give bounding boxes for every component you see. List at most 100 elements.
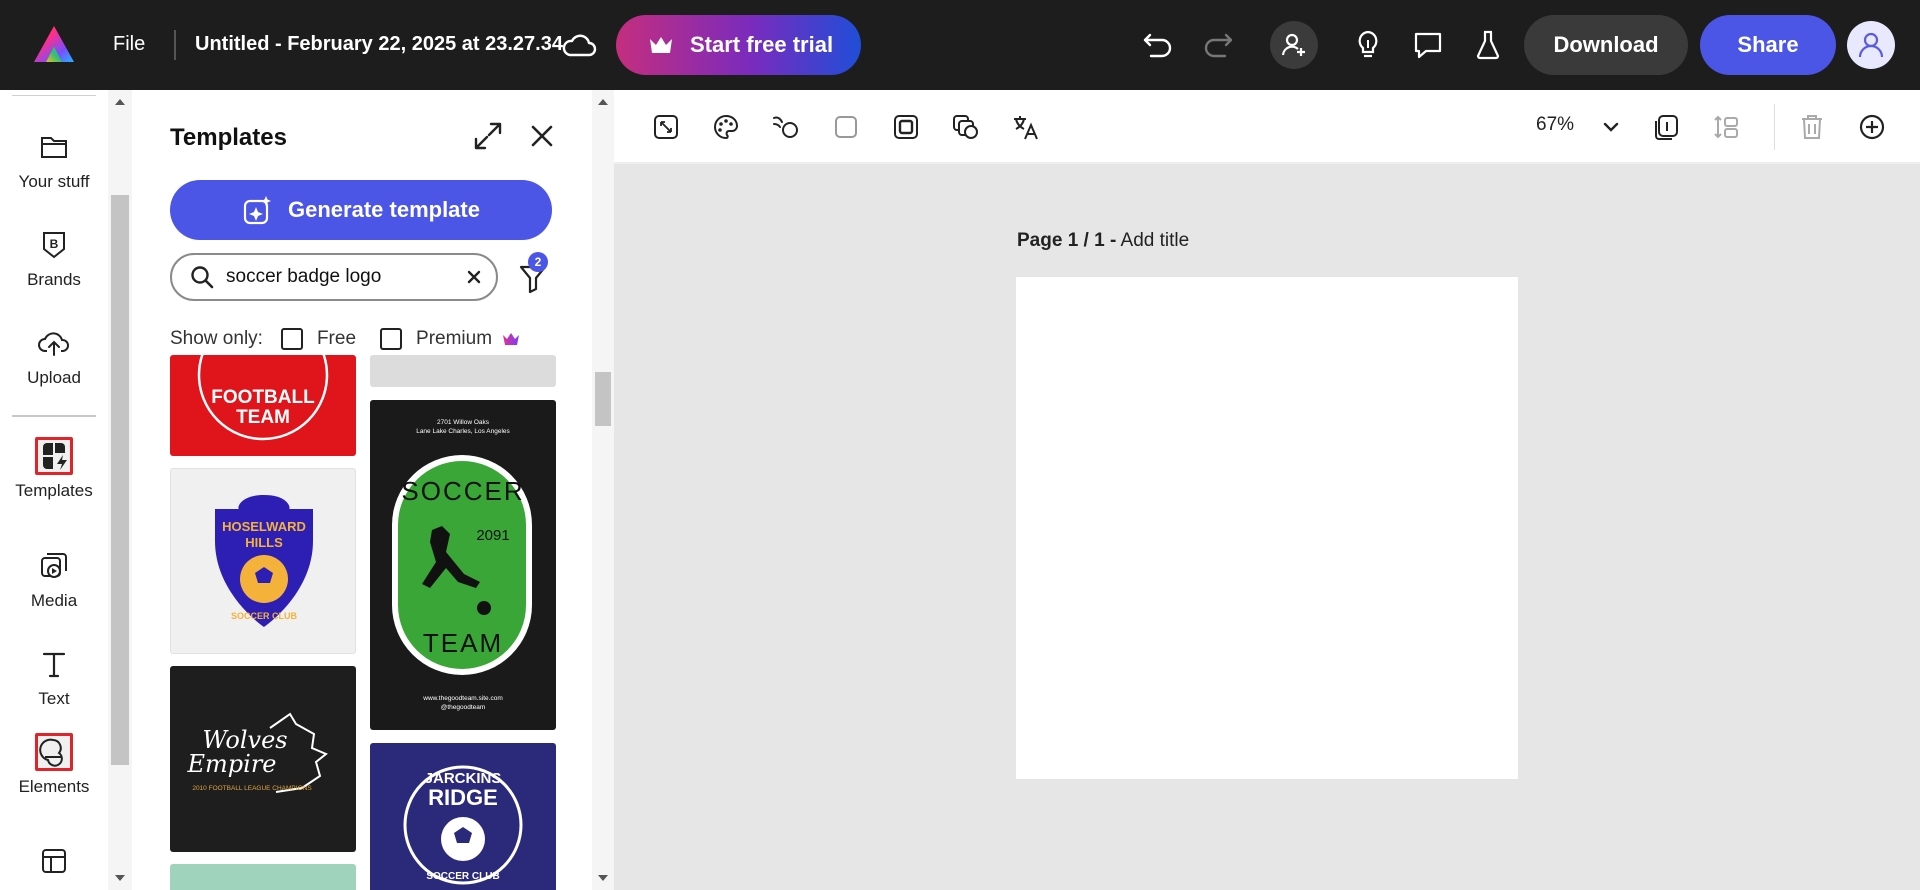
undo-icon[interactable] (1140, 27, 1176, 63)
pages-icon[interactable] (1648, 109, 1684, 145)
scroll-up-arrow-icon[interactable] (597, 98, 609, 106)
add-page-icon[interactable] (1854, 109, 1890, 145)
rail-item-brands[interactable]: B Brands (0, 226, 108, 290)
translate-icon[interactable] (1008, 109, 1044, 145)
rail-item-media[interactable]: Media (0, 547, 108, 611)
premium-checkbox[interactable] (380, 328, 403, 350)
template-text: 2701 Willow Oaks (437, 419, 490, 426)
template-text: 2091 (476, 527, 509, 544)
add-title-link[interactable]: Add title (1121, 230, 1190, 251)
close-icon[interactable] (527, 121, 557, 151)
template-results: FOOTBALL TEAM HOSELWARD HILLS SOCCER CLU… (170, 355, 570, 890)
document-title[interactable]: Untitled - February 22, 2025 at 23.27.34 (195, 33, 563, 56)
lightbulb-icon[interactable] (1350, 27, 1386, 63)
template-card-partial[interactable] (170, 864, 356, 890)
page-label: Page 1 / 1 - Add title (1017, 230, 1189, 252)
template-text: HOSELWARD (222, 519, 306, 534)
templates-icon (35, 437, 73, 475)
border-icon[interactable] (888, 109, 924, 145)
canvas-toolbar: 67% (614, 90, 1920, 164)
rail-scroll-thumb[interactable] (111, 195, 129, 765)
file-menu[interactable]: File (113, 33, 145, 56)
page-number: Page 1 / 1 - (1017, 230, 1117, 251)
template-text: TEAM (236, 407, 290, 428)
premium-label[interactable]: Premium (416, 328, 492, 350)
expand-icon[interactable] (472, 120, 504, 152)
template-text: www.thegoodteam.site.com (422, 695, 502, 702)
rail-item-elements[interactable]: Elements (0, 733, 108, 797)
template-text: TEAM (423, 628, 503, 658)
generate-template-button[interactable]: Generate template (170, 180, 552, 240)
shape-square-icon[interactable] (828, 109, 864, 145)
show-only-label: Show only: (170, 328, 263, 349)
rail-label: Upload (27, 368, 81, 387)
ai-sparkle-icon (243, 196, 272, 225)
animate-icon[interactable] (768, 109, 804, 145)
rail-label: Brands (27, 270, 81, 289)
panel-scrollbar[interactable] (592, 90, 614, 890)
templates-panel: Templates Generate template soccer badge… (132, 90, 592, 890)
template-card-football-team[interactable]: FOOTBALL TEAM (170, 355, 356, 456)
reorder-pages-icon[interactable] (1708, 109, 1744, 145)
palette-icon[interactable] (708, 109, 744, 145)
template-card-hoselward-hills[interactable]: HOSELWARD HILLS SOCCER CLUB (170, 468, 356, 654)
elements-icon (35, 733, 73, 771)
premium-crown-icon (503, 333, 520, 345)
rail-label: Templates (15, 481, 93, 500)
template-card-partial[interactable] (370, 355, 556, 387)
comment-icon[interactable] (1410, 27, 1446, 63)
free-label[interactable]: Free (317, 328, 356, 350)
resize-icon[interactable] (648, 109, 684, 145)
invite-user-button[interactable] (1270, 21, 1318, 69)
rail-item-text[interactable]: Text (0, 645, 108, 709)
search-value: soccer badge logo (226, 266, 382, 287)
layers-icon[interactable] (948, 109, 984, 145)
flask-icon[interactable] (1470, 27, 1506, 63)
rail-item-more[interactable] (0, 842, 108, 880)
folder-icon (35, 128, 73, 166)
free-checkbox[interactable] (280, 328, 303, 350)
svg-text:B: B (50, 237, 59, 251)
adobe-express-logo-icon[interactable] (34, 26, 74, 62)
rail-item-your-stuff[interactable]: Your stuff (0, 128, 108, 192)
rail-divider (12, 415, 96, 417)
panel-scroll-thumb[interactable] (595, 372, 611, 426)
cloud-sync-icon[interactable] (561, 30, 597, 60)
zoom-level[interactable]: 67% (1536, 114, 1574, 136)
template-card-soccer-team[interactable]: 2701 Willow Oaks Lane Lake Charles, Los … (370, 400, 556, 730)
start-free-trial-button[interactable]: Start free trial (616, 15, 861, 75)
template-text: Lane Lake Charles, Los Angeles (416, 428, 510, 435)
media-icon (35, 547, 73, 585)
scroll-up-arrow-icon[interactable] (114, 98, 126, 106)
template-text: RIDGE (428, 785, 498, 810)
toolbar-divider (1774, 104, 1775, 150)
rail-item-upload[interactable]: Upload (0, 324, 108, 388)
scroll-down-arrow-icon[interactable] (597, 874, 609, 882)
template-text: FOOTBALL (211, 387, 315, 408)
template-card-wolves-empire[interactable]: Wolves Empire 2010 FOOTBALL LEAGUE CHAMP… (170, 666, 356, 852)
left-rail: Your stuff B Brands Upload Templates Med… (0, 90, 108, 890)
top-bar: File Untitled - February 22, 2025 at 23.… (0, 0, 1920, 90)
layout-icon (35, 842, 73, 880)
redo-icon[interactable] (1200, 27, 1236, 63)
rail-label: Your stuff (18, 172, 90, 191)
scroll-down-arrow-icon[interactable] (114, 874, 126, 882)
canvas-page[interactable] (1016, 277, 1518, 779)
toolbar-divider (174, 30, 176, 60)
brand-icon: B (35, 226, 73, 264)
rail-item-templates[interactable]: Templates (0, 437, 108, 501)
template-card-jarckins-ridge[interactable]: JARCKINS RIDGE SOCCER CLUB (370, 743, 556, 890)
user-avatar[interactable] (1847, 21, 1895, 69)
template-text: @thegoodteam (441, 704, 486, 711)
chevron-down-icon[interactable] (1600, 116, 1622, 138)
trash-icon[interactable] (1794, 109, 1830, 145)
clear-search-icon[interactable] (464, 267, 484, 287)
canvas-area: 67% Page 1 / 1 - Add title (614, 90, 1920, 890)
filter-count-badge: 2 (528, 252, 548, 272)
search-input[interactable]: soccer badge logo (170, 253, 498, 301)
rail-divider-top (12, 95, 96, 96)
rail-scrollbar[interactable] (108, 90, 132, 890)
share-button[interactable]: Share (1700, 15, 1836, 75)
generate-label: Generate template (288, 197, 480, 222)
download-button[interactable]: Download (1524, 15, 1688, 75)
